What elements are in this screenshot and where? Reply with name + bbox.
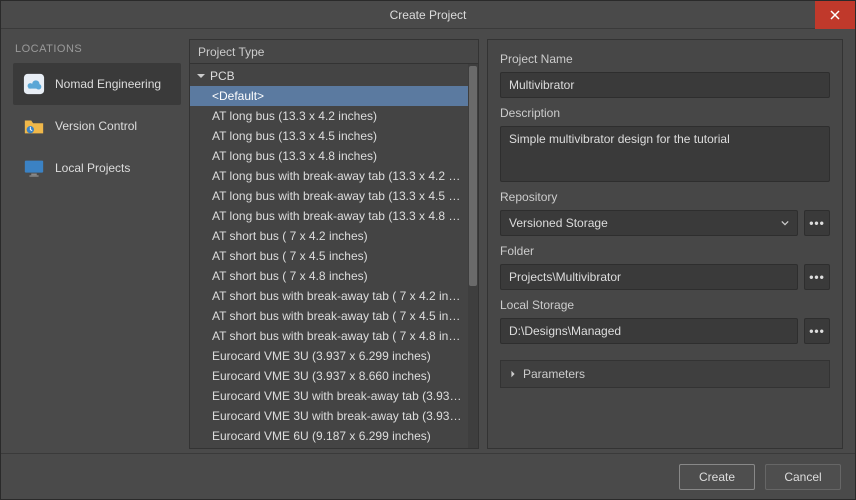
folder-browse-button[interactable]: ••• bbox=[804, 264, 830, 290]
local-storage-label: Local Storage bbox=[500, 298, 830, 312]
project-type-item[interactable]: AT short bus with break-away tab ( 7 x 4… bbox=[190, 286, 468, 306]
description-input[interactable] bbox=[500, 126, 830, 182]
repository-value: Versioned Storage bbox=[509, 216, 608, 230]
location-label: Version Control bbox=[55, 119, 137, 133]
project-type-group-pcb[interactable]: PCB bbox=[190, 66, 468, 86]
project-type-scrollbar[interactable] bbox=[468, 64, 478, 448]
location-label: Local Projects bbox=[55, 161, 130, 175]
description-label: Description bbox=[500, 106, 830, 120]
chevron-down-icon bbox=[781, 219, 789, 227]
project-type-item[interactable]: Eurocard VME 6U (9.187 x 6.299 inches) bbox=[190, 426, 468, 446]
dialog-content: LOCATIONS Nomad Engineering Version Cont… bbox=[1, 29, 855, 453]
repository-browse-button[interactable]: ••• bbox=[804, 210, 830, 236]
parameters-label: Parameters bbox=[523, 367, 585, 381]
folder-field[interactable]: Projects\Multivibrator bbox=[500, 264, 798, 290]
location-nomad-engineering[interactable]: Nomad Engineering bbox=[13, 63, 181, 105]
dialog-title: Create Project bbox=[390, 8, 467, 22]
monitor-icon bbox=[23, 157, 45, 179]
project-name-input[interactable] bbox=[500, 72, 830, 98]
project-type-item[interactable]: AT long bus (13.3 x 4.2 inches) bbox=[190, 106, 468, 126]
project-type-list: PCB <Default>AT long bus (13.3 x 4.2 inc… bbox=[190, 64, 468, 448]
local-storage-field[interactable]: D:\Designs\Managed bbox=[500, 318, 798, 344]
create-button[interactable]: Create bbox=[679, 464, 755, 490]
project-type-item[interactable]: AT long bus (13.3 x 4.5 inches) bbox=[190, 126, 468, 146]
project-type-item[interactable]: Eurocard VME 3U (3.937 x 6.299 inches) bbox=[190, 346, 468, 366]
caret-right-icon bbox=[509, 370, 517, 378]
project-form: Project Name Description Repository Vers… bbox=[487, 39, 843, 449]
caret-down-icon bbox=[196, 71, 206, 81]
create-project-dialog: Create Project LOCATIONS Nomad Engineeri… bbox=[0, 0, 856, 500]
close-button[interactable] bbox=[815, 1, 855, 29]
cancel-button[interactable]: Cancel bbox=[765, 464, 841, 490]
ellipsis-icon: ••• bbox=[809, 216, 825, 230]
parameters-expander[interactable]: Parameters bbox=[500, 360, 830, 388]
locations-panel: LOCATIONS Nomad Engineering Version Cont… bbox=[13, 39, 181, 449]
folder-vc-icon bbox=[23, 115, 45, 137]
cloud-icon bbox=[23, 73, 45, 95]
ellipsis-icon: ••• bbox=[809, 324, 825, 338]
titlebar: Create Project bbox=[1, 1, 855, 29]
project-type-item[interactable]: Eurocard VME 3U (3.937 x 8.660 inches) bbox=[190, 366, 468, 386]
project-type-item[interactable]: <Default> bbox=[190, 86, 468, 106]
location-local-projects[interactable]: Local Projects bbox=[13, 147, 181, 189]
project-type-body: PCB <Default>AT long bus (13.3 x 4.2 inc… bbox=[190, 64, 478, 448]
locations-header: LOCATIONS bbox=[13, 39, 181, 63]
project-type-item[interactable]: AT short bus with break-away tab ( 7 x 4… bbox=[190, 306, 468, 326]
project-type-item[interactable]: AT long bus (13.3 x 4.8 inches) bbox=[190, 146, 468, 166]
project-type-item[interactable]: AT long bus with break-away tab (13.3 x … bbox=[190, 206, 468, 226]
project-type-item[interactable]: AT short bus ( 7 x 4.5 inches) bbox=[190, 246, 468, 266]
project-type-item[interactable]: AT short bus with break-away tab ( 7 x 4… bbox=[190, 326, 468, 346]
ellipsis-icon: ••• bbox=[809, 270, 825, 284]
project-type-item[interactable]: Eurocard VME 3U with break-away tab (3.9… bbox=[190, 406, 468, 426]
repository-label: Repository bbox=[500, 190, 830, 204]
repository-select[interactable]: Versioned Storage bbox=[500, 210, 798, 236]
close-icon bbox=[830, 10, 840, 20]
local-storage-browse-button[interactable]: ••• bbox=[804, 318, 830, 344]
dialog-footer: Create Cancel bbox=[1, 453, 855, 499]
project-type-item[interactable]: AT long bus with break-away tab (13.3 x … bbox=[190, 166, 468, 186]
location-version-control[interactable]: Version Control bbox=[13, 105, 181, 147]
folder-label: Folder bbox=[500, 244, 830, 258]
location-label: Nomad Engineering bbox=[55, 77, 161, 91]
project-type-panel: Project Type PCB <Default>AT long bus (1… bbox=[189, 39, 479, 449]
project-name-label: Project Name bbox=[500, 52, 830, 66]
project-type-item[interactable]: Eurocard VME 3U with break-away tab (3.9… bbox=[190, 386, 468, 406]
project-type-item[interactable]: AT short bus ( 7 x 4.8 inches) bbox=[190, 266, 468, 286]
project-type-item[interactable]: AT long bus with break-away tab (13.3 x … bbox=[190, 186, 468, 206]
project-type-item[interactable]: AT short bus ( 7 x 4.2 inches) bbox=[190, 226, 468, 246]
project-type-header: Project Type bbox=[190, 40, 478, 64]
group-label: PCB bbox=[210, 69, 235, 83]
scrollbar-thumb[interactable] bbox=[469, 66, 477, 286]
